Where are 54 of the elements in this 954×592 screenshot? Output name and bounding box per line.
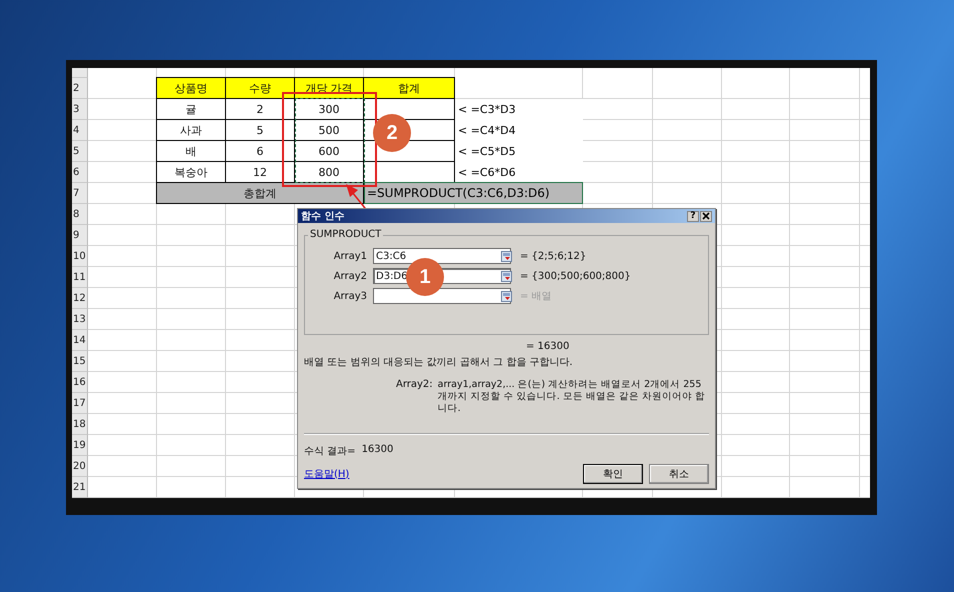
collapse-icon[interactable] bbox=[501, 270, 512, 282]
input-field[interactable]: C3:C6 bbox=[373, 248, 511, 264]
collapse-icon[interactable] bbox=[501, 250, 512, 262]
row-number[interactable]: 6 bbox=[72, 162, 88, 183]
argument-result: = {300;500;600;800} bbox=[520, 270, 631, 282]
argument-label: Array2 bbox=[332, 270, 367, 282]
row-number[interactable]: 16 bbox=[72, 372, 88, 393]
argument-label: Array3 bbox=[332, 290, 367, 302]
collapse-icon[interactable] bbox=[501, 290, 512, 302]
result-label: 수식 결과= bbox=[304, 444, 356, 458]
row-number[interactable]: 10 bbox=[72, 246, 88, 267]
function-description: 배열 또는 범위의 대응되는 값끼리 곱해서 그 합을 구합니다. bbox=[304, 356, 574, 369]
row-number[interactable]: 8 bbox=[72, 204, 88, 225]
argument-result: = {2;5;6;12} bbox=[520, 250, 586, 262]
argument-label: Array1 bbox=[332, 250, 367, 262]
row-number[interactable]: 18 bbox=[72, 414, 88, 435]
row-number[interactable]: 9 bbox=[72, 225, 88, 246]
result-value: 16300 bbox=[362, 444, 394, 457]
formula-cell[interactable]: =SUMPRODUCT(C3:C6,D3:D6) bbox=[364, 182, 583, 204]
formula-note: < =C4*D4 bbox=[458, 124, 516, 137]
close-icon bbox=[702, 212, 710, 220]
formula-note: < =C5*D5 bbox=[458, 145, 516, 158]
row-number[interactable]: 13 bbox=[72, 309, 88, 330]
row-number[interactable]: 17 bbox=[72, 393, 88, 414]
formula-value: = 16300 bbox=[526, 341, 570, 352]
row-number[interactable]: 7 bbox=[72, 183, 88, 204]
row-number[interactable]: 12 bbox=[72, 288, 88, 309]
row-number[interactable]: 19 bbox=[72, 435, 88, 456]
row-number[interactable]: 21 bbox=[72, 477, 88, 498]
row-header bbox=[72, 68, 88, 78]
header-cell: 상품명 bbox=[156, 77, 226, 99]
row-number[interactable]: 14 bbox=[72, 330, 88, 351]
close-button[interactable] bbox=[700, 210, 712, 222]
row-number[interactable]: 15 bbox=[72, 351, 88, 372]
row-number[interactable]: 2 bbox=[72, 78, 88, 99]
dialog-button[interactable]: 취소 bbox=[649, 464, 709, 484]
formula-note: < =C6*D6 bbox=[458, 166, 516, 179]
row-number[interactable]: 11 bbox=[72, 267, 88, 288]
help-button[interactable]: ? bbox=[687, 210, 699, 222]
argument-name: Array2: bbox=[396, 379, 433, 392]
total-label-cell: 총합계 bbox=[156, 182, 364, 204]
row-number[interactable]: 5 bbox=[72, 141, 88, 162]
header-cell: 수량 bbox=[225, 77, 295, 99]
row-number[interactable]: 20 bbox=[72, 456, 88, 477]
argument-description: array1,array2,... 은(는) 계산하려는 배열로서 2개에서 255개까지 지정할 수 있습니다. 모든 배열은 같은 차원이어야 합니다. bbox=[438, 379, 706, 415]
header-cell: 합계 bbox=[363, 77, 455, 99]
row-number[interactable]: 4 bbox=[72, 120, 88, 141]
formula-note: < =C3*D3 bbox=[458, 103, 516, 116]
dialog-button[interactable]: 확인 bbox=[583, 464, 643, 484]
row-number[interactable]: 3 bbox=[72, 99, 88, 120]
help-link[interactable]: 도움말(H) bbox=[304, 466, 350, 481]
function-name: SUMPRODUCT bbox=[308, 229, 384, 240]
dialog-title: 함수 인수 bbox=[301, 210, 344, 223]
argument-result: = 배열 bbox=[520, 290, 552, 303]
